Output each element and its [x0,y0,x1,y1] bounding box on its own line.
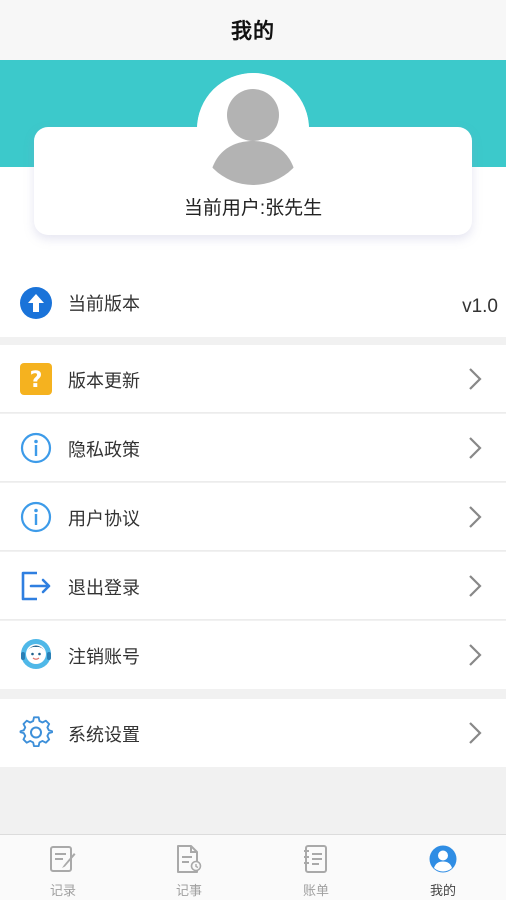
menu-item-user-agreement[interactable]: 用户协议 [0,483,506,551]
document-icon [177,845,202,873]
menu-item-label: 用户协议 [68,509,140,529]
edit-note-icon [50,846,76,872]
chevron-right-icon [469,506,482,528]
menu-item-label: 注销账号 [68,647,140,667]
current-user-label: 当前用户:张先生 [183,198,323,219]
avatar[interactable] [197,73,309,185]
tab-label: 记事 [175,883,202,898]
page-title: 我的 [231,20,275,43]
chevron-right-icon [469,722,482,744]
svg-text:?: ? [30,368,43,393]
top-bar: 我的 [0,0,506,60]
user-icon [429,845,457,873]
gear-icon [19,716,53,748]
tab-bills[interactable]: 账单 [253,835,379,900]
chevron-right-icon [469,575,482,597]
logout-icon [21,571,51,601]
tab-label: 我的 [429,883,456,898]
menu-item-system-settings[interactable]: 系统设置 [0,699,506,767]
info-icon [20,432,52,464]
tab-mine[interactable]: 我的 [380,835,506,900]
default-avatar-icon [197,73,309,185]
info-icon [20,501,52,533]
menu-item-label: 系统设置 [68,725,140,745]
version-row: 当前版本 v1.0 [0,267,506,337]
chevron-right-icon [469,644,482,666]
ledger-icon [304,845,327,873]
bottom-tab-bar: 记录 记事 账单 我的 [0,834,506,900]
tab-label: 记录 [49,883,76,898]
menu-item-privacy-policy[interactable]: 隐私政策 [0,414,506,482]
version-label: 当前版本 [68,294,140,314]
menu-item-label: 版本更新 [68,371,140,391]
menu-item-logout[interactable]: 退出登录 [0,552,506,620]
menu-item-delete-account[interactable]: 注销账号 [0,621,506,689]
menu-item-version-update[interactable]: ? 版本更新 [0,345,506,413]
arrow-up-icon [20,287,52,319]
menu-item-label: 退出登录 [68,578,140,598]
question-icon: ? [20,363,52,395]
tab-record[interactable]: 记录 [0,835,126,900]
chevron-right-icon [469,368,482,390]
tab-label: 账单 [302,883,329,898]
support-agent-icon [21,639,51,669]
menu-item-label: 隐私政策 [68,440,140,460]
tab-notes[interactable]: 记事 [126,835,252,900]
chevron-right-icon [469,437,482,459]
version-value: v1.0 [462,296,498,317]
